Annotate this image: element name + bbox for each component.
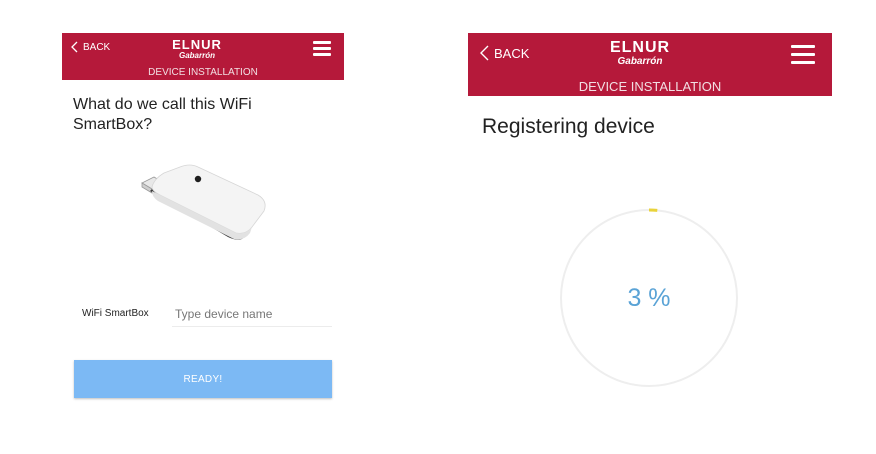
page-subtitle: DEVICE INSTALLATION bbox=[578, 79, 722, 94]
logo-line1: ELNUR bbox=[609, 39, 671, 56]
app-header: BACK ELNUR Gabarrón DEVICE INSTALLATION bbox=[62, 33, 344, 80]
back-label: BACK bbox=[494, 45, 530, 61]
elnur-logo: ELNUR Gabarrón bbox=[594, 40, 686, 67]
progress-percent: 3 % bbox=[627, 283, 671, 312]
device-name-input[interactable] bbox=[172, 301, 332, 327]
app-header: BACK ELNUR Gabarrón DEVICE INSTALLATION bbox=[468, 33, 832, 96]
logo-line1: ELNUR bbox=[172, 37, 222, 52]
logo-line2: Gabarrón bbox=[617, 56, 663, 67]
back-button[interactable]: BACK bbox=[70, 41, 110, 53]
ready-button[interactable]: READY! bbox=[74, 360, 332, 398]
chevron-left-icon bbox=[480, 45, 489, 61]
page-subtitle: DEVICE INSTALLATION bbox=[148, 67, 258, 78]
usb-wifi-smartbox-icon bbox=[141, 164, 266, 240]
hamburger-menu-icon[interactable] bbox=[791, 45, 815, 69]
back-button[interactable]: BACK bbox=[479, 45, 529, 61]
registering-screen: BACK ELNUR Gabarrón DEVICE INSTALLATION … bbox=[468, 33, 832, 413]
device-name-label: WiFi SmartBox bbox=[82, 308, 149, 319]
device-name-question: What do we call this WiFi SmartBox? bbox=[73, 96, 252, 133]
hamburger-menu-icon[interactable] bbox=[313, 41, 331, 59]
registering-title: Registering device bbox=[482, 115, 655, 138]
back-label: BACK bbox=[83, 41, 111, 53]
chevron-left-icon bbox=[71, 41, 78, 53]
device-name-screen: BACK ELNUR Gabarrón DEVICE INSTALLATION … bbox=[62, 33, 344, 413]
logo-line2: Gabarrón bbox=[178, 51, 215, 60]
elnur-logo: ELNUR Gabarrón bbox=[162, 38, 232, 60]
